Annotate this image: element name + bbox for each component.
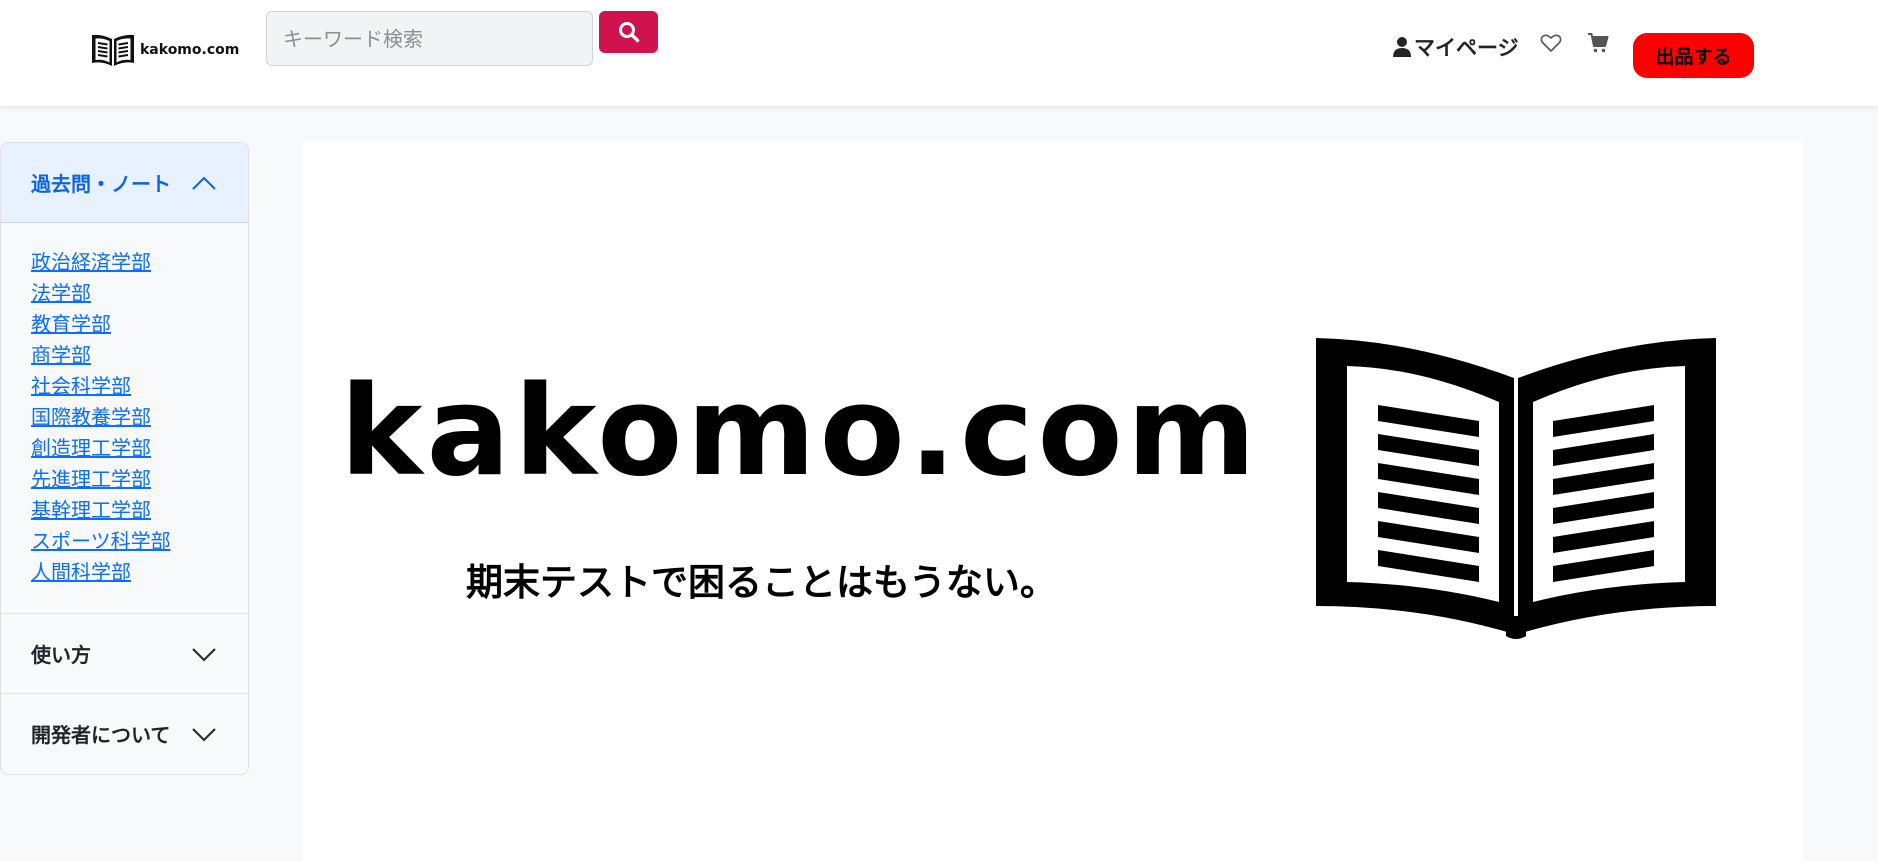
hero-wordmark: kakomo.com (340, 360, 1260, 504)
cart-link[interactable] (1587, 32, 1609, 58)
search-icon (618, 22, 639, 43)
chevron-down-icon (192, 727, 216, 741)
faculty-link[interactable]: 先進理工学部 (31, 464, 248, 495)
hero-tagline: 期末テストで困ることはもうない。 (466, 561, 1057, 604)
hero-banner: kakomo.com 期末テストで困ることはもうない。 (303, 142, 1803, 861)
cart-icon (1588, 33, 1609, 53)
search-input[interactable] (266, 11, 593, 66)
site-logo[interactable]: kakomo.com (91, 33, 239, 67)
faculty-link[interactable]: 政治経済学部 (31, 247, 248, 278)
accordion-about-developer-header[interactable]: 開発者について (1, 693, 248, 773)
faculty-link[interactable]: 教育学部 (31, 309, 248, 340)
favorites-link[interactable] (1540, 33, 1562, 57)
faculty-link[interactable]: 人間科学部 (31, 557, 248, 588)
user-icon (1393, 37, 1411, 57)
sell-button[interactable]: 出品する (1633, 33, 1754, 78)
logo-text: kakomo.com (140, 42, 240, 58)
faculty-link[interactable]: 基幹理工学部 (31, 495, 248, 526)
faculty-link[interactable]: 社会科学部 (31, 371, 248, 402)
faculty-link[interactable]: 国際教養学部 (31, 402, 248, 433)
faculty-link[interactable]: 法学部 (31, 278, 248, 309)
faculty-link[interactable]: 商学部 (31, 340, 248, 371)
heart-icon (1540, 34, 1562, 52)
accordion-past-exams-body: 政治経済学部 法学部 教育学部 商学部 社会科学部 国際教養学部 創造理工学部 … (1, 223, 248, 613)
faculty-link[interactable]: 創造理工学部 (31, 433, 248, 464)
site-header: kakomo.com マイページ 出品する (0, 0, 1878, 106)
open-book-icon (92, 34, 134, 66)
faculty-link[interactable]: スポーツ科学部 (31, 526, 248, 557)
chevron-up-icon (192, 176, 216, 190)
category-sidebar: 過去問・ノート 政治経済学部 法学部 教育学部 商学部 社会科学部 国際教養学部… (0, 142, 249, 775)
accordion-how-to-use-header[interactable]: 使い方 (1, 613, 248, 693)
open-book-icon (1316, 338, 1716, 639)
accordion-title: 過去問・ノート (31, 172, 171, 196)
search-button[interactable] (599, 11, 658, 53)
accordion-title: 開発者について (31, 723, 171, 747)
mypage-label: マイページ (1414, 36, 1519, 60)
accordion-past-exams-header[interactable]: 過去問・ノート (1, 143, 248, 223)
chevron-down-icon (192, 647, 216, 661)
accordion-title: 使い方 (31, 643, 91, 667)
mypage-link[interactable]: マイページ (1392, 32, 1519, 62)
